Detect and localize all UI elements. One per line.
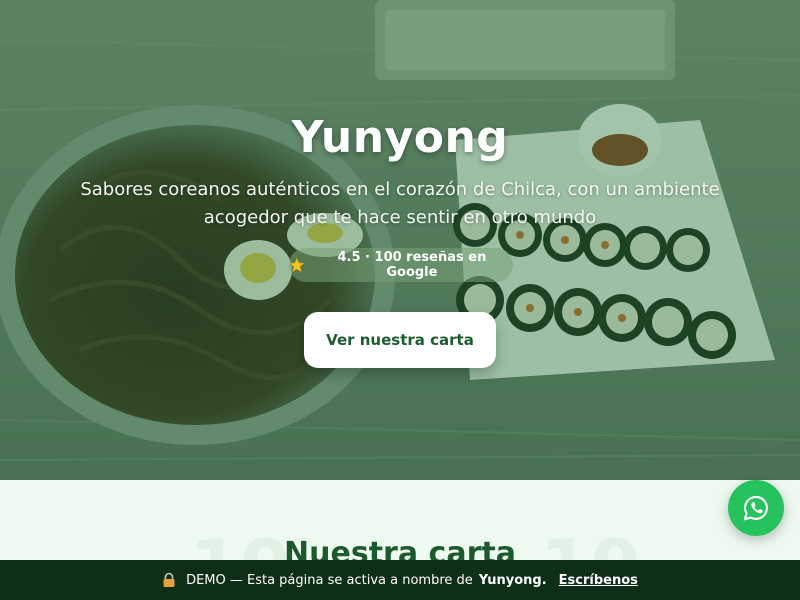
whatsapp-button[interactable]	[728, 480, 784, 536]
hero-section: Yunyong Sabores coreanos auténticos en e…	[0, 0, 800, 480]
hero-content: Yunyong Sabores coreanos auténticos en e…	[0, 0, 800, 480]
lock-icon	[163, 572, 175, 587]
hero-title: Yunyong	[291, 112, 509, 163]
rating-badge: 4.5 · 100 reseñas en Google	[289, 248, 513, 282]
demo-banner-text: DEMO — Esta página se activa a nombre de	[186, 572, 473, 588]
hero-subtitle: Sabores coreanos auténticos en el corazó…	[80, 179, 720, 228]
menu-section: 10 10 Nuestra carta	[0, 480, 800, 560]
rating-text: 4.5 · 100 reseñas en Google	[337, 250, 487, 280]
star-icon	[289, 257, 305, 273]
view-menu-button[interactable]: Ver nuestra carta	[304, 312, 496, 368]
contact-link[interactable]: Escríbenos	[559, 573, 638, 588]
menu-section-title: Nuestra carta	[284, 536, 516, 560]
demo-banner: DEMO — Esta página se activa a nombre de…	[0, 560, 800, 600]
whatsapp-icon	[743, 495, 768, 521]
demo-banner-business-name: Yunyong.	[478, 572, 547, 588]
